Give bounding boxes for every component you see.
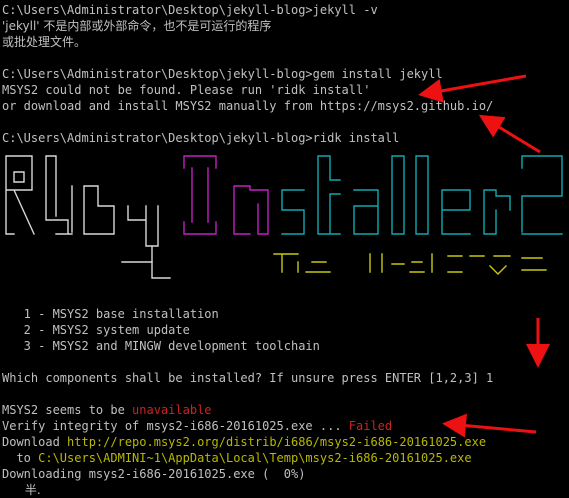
failed-word: Failed: [348, 419, 393, 433]
download-target-path: C:\Users\ADMINI~1\AppData\Local\Temp\msy…: [38, 451, 472, 465]
ruby-installer-logo-art: [5, 155, 563, 279]
download-target-line: to C:\Users\ADMINI~1\AppData\Local\Temp\…: [2, 450, 567, 466]
unavailable-word: unavailable: [132, 403, 212, 417]
terminal-line-9: C:\Users\Administrator\Desktop\jekyll-bl…: [2, 131, 400, 145]
terminal-line-6: MSYS2 could not be found. Please run 'ri…: [2, 83, 371, 97]
menu-option-2: 2 - MSYS2 system update: [2, 323, 190, 337]
partial-line: 半.: [2, 483, 41, 497]
verify-prefix: Verify integrity of msys2-i686-20161025.…: [2, 419, 349, 433]
menu-option-1: 1 - MSYS2 base installation: [2, 307, 219, 321]
msys2-status-line: MSYS2 seems to be unavailable: [2, 402, 567, 418]
to-prefix: to: [2, 451, 39, 465]
component-prompt: Which components shall be installed? If …: [2, 371, 494, 385]
ruby-installer-ascii-banner: [2, 146, 567, 306]
status-prefix: MSYS2 seems to be: [2, 403, 133, 417]
terminal-line-7: or download and install MSYS2 manually f…: [2, 99, 494, 113]
terminal-window: C:\Users\Administrator\Desktop\jekyll-bl…: [2, 2, 567, 498]
terminal-line-1: C:\Users\Administrator\Desktop\jekyll-bl…: [2, 3, 378, 17]
download-url: http://repo.msys2.org/distrib/i686/msys2…: [67, 435, 487, 449]
terminal-line-3: 或批处理文件。: [2, 35, 87, 49]
terminal-line-5: C:\Users\Administrator\Desktop\jekyll-bl…: [2, 67, 443, 81]
downloading-progress: Downloading msys2-i686-20161025.exe ( 0%…: [2, 467, 306, 481]
verify-line: Verify integrity of msys2-i686-20161025.…: [2, 418, 567, 434]
download-prefix: Download: [2, 435, 68, 449]
download-line: Download http://repo.msys2.org/distrib/i…: [2, 434, 567, 450]
menu-option-3: 3 - MSYS2 and MINGW development toolchai…: [2, 339, 320, 353]
terminal-line-2: 'jekyll' 不是内部或外部命令，也不是可运行的程序: [2, 19, 272, 33]
